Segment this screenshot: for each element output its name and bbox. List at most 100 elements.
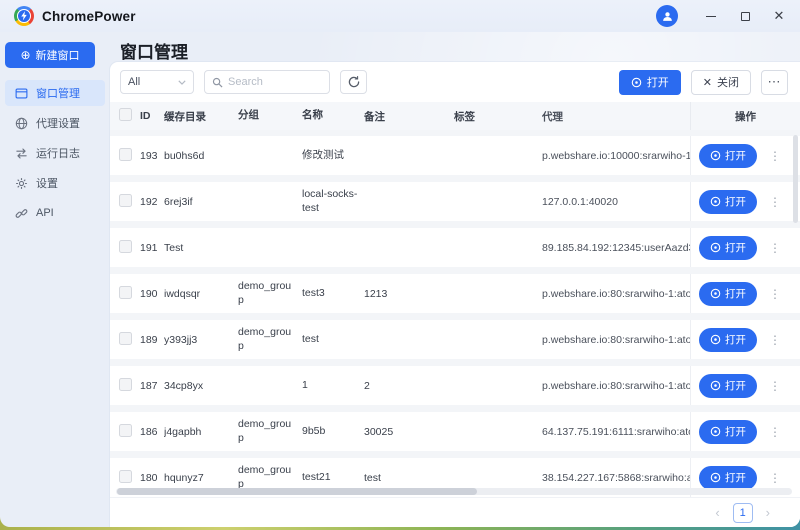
cell-action: 打开 ⋮: [690, 320, 800, 359]
new-window-button[interactable]: ⊕ 新建窗口: [5, 42, 95, 68]
cell-remark: 30025: [364, 426, 454, 438]
sidebar-item-window-management[interactable]: 窗口管理: [5, 80, 105, 106]
table-row[interactable]: 187 34cp8yx 1 2 p.webshare.io:80:srarwih…: [110, 366, 800, 405]
vertical-scrollbar[interactable]: [793, 135, 798, 223]
cell-cache-dir: hqunyz7: [164, 472, 238, 484]
row-checkbox[interactable]: [119, 240, 132, 253]
row-checkbox[interactable]: [119, 286, 132, 299]
search-input[interactable]: [228, 76, 322, 88]
table-row[interactable]: 191 Test 89.185.84.192:12345:userAazd312…: [110, 228, 800, 267]
table-row[interactable]: 190 iwdqsqr demo_group test3 1213 p.webs…: [110, 274, 800, 313]
row-open-button[interactable]: 打开: [699, 466, 757, 490]
cell-remark: 2: [364, 380, 454, 392]
logs-icon: [15, 147, 28, 160]
cell-id: 180: [140, 472, 164, 484]
more-actions-button[interactable]: ⋯: [761, 70, 788, 95]
sidebar-item-proxy-settings[interactable]: 代理设置: [5, 110, 105, 136]
sidebar-item-api[interactable]: API: [5, 200, 105, 226]
cell-id: 191: [140, 242, 164, 254]
sidebar-item-settings[interactable]: 设置: [5, 170, 105, 196]
page-title: 窗口管理: [110, 32, 800, 62]
header-cache-dir: 缓存目录: [164, 109, 238, 124]
cell-remark: test: [364, 472, 454, 484]
maximize-icon: [741, 12, 750, 21]
row-open-button[interactable]: 打开: [699, 282, 757, 306]
close-button[interactable]: ✕: [764, 3, 794, 29]
user-avatar[interactable]: [656, 5, 678, 27]
cell-proxy: p.webshare.io:80:srarwiho-1:atonupx: [542, 334, 690, 346]
cell-name: test21: [302, 471, 364, 484]
row-open-label: 打开: [725, 148, 746, 163]
row-open-button[interactable]: 打开: [699, 374, 757, 398]
open-selected-button[interactable]: 打开: [619, 70, 681, 95]
table-row[interactable]: 193 bu0hs6d 修改测试 p.webshare.io:10000:sra…: [110, 136, 800, 175]
open-circle-icon: [710, 196, 721, 207]
windows-table: ID 缓存目录 分组 名称 备注 标签 代理 操作 193 bu0hs6d 修改…: [110, 102, 800, 497]
open-circle-icon: [631, 77, 642, 88]
row-checkbox[interactable]: [119, 148, 132, 161]
row-open-button[interactable]: 打开: [699, 190, 757, 214]
cell-action: 打开 ⋮: [690, 136, 800, 175]
cell-id: 193: [140, 150, 164, 162]
sidebar-nav: 窗口管理 代理设置 运行日志: [0, 80, 110, 226]
current-page-button[interactable]: 1: [733, 503, 753, 523]
cell-name: 1: [302, 379, 364, 392]
open-circle-icon: [710, 288, 721, 299]
row-open-label: 打开: [725, 332, 746, 347]
cell-cache-dir: bu0hs6d: [164, 150, 238, 162]
select-all-checkbox[interactable]: [119, 108, 132, 121]
globe-icon: [15, 117, 28, 130]
row-checkbox[interactable]: [119, 470, 132, 483]
table-body: 193 bu0hs6d 修改测试 p.webshare.io:10000:sra…: [110, 130, 800, 497]
cell-group: demo_group: [238, 280, 302, 306]
row-checkbox[interactable]: [119, 378, 132, 391]
row-open-button[interactable]: 打开: [699, 144, 757, 168]
link-icon: [15, 207, 28, 220]
plus-circle-icon: ⊕: [20, 49, 30, 61]
row-more-icon[interactable]: ⋮: [769, 425, 781, 439]
header-tag: 标签: [454, 109, 542, 124]
pagination: ‹ 1 ›: [110, 497, 800, 527]
toolbar: All: [110, 62, 800, 102]
open-selected-label: 打开: [647, 74, 669, 90]
open-circle-icon: [710, 472, 721, 483]
row-checkbox[interactable]: [119, 332, 132, 345]
table-row[interactable]: 189 y393jj3 demo_group test p.webshare.i…: [110, 320, 800, 359]
cell-proxy: p.webshare.io:10000:srarwiho-1:aton: [542, 150, 690, 162]
row-checkbox[interactable]: [119, 194, 132, 207]
row-checkbox[interactable]: [119, 424, 132, 437]
content-card: All: [110, 62, 800, 527]
cell-name: 9b5b: [302, 425, 364, 438]
next-page-icon[interactable]: ›: [766, 505, 770, 520]
prev-page-icon[interactable]: ‹: [715, 505, 719, 520]
horizontal-scrollbar-thumb[interactable]: [117, 488, 477, 495]
row-open-label: 打开: [725, 470, 746, 485]
header-name: 名称: [302, 109, 364, 122]
table-row[interactable]: 186 j4gapbh demo_group 9b5b 30025 64.137…: [110, 412, 800, 451]
table-header: ID 缓存目录 分组 名称 备注 标签 代理 操作: [110, 102, 800, 130]
row-open-button[interactable]: 打开: [699, 236, 757, 260]
row-more-icon[interactable]: ⋮: [769, 241, 781, 255]
maximize-button[interactable]: [730, 3, 760, 29]
cell-proxy: p.webshare.io:80:srarwiho-1:atonupx: [542, 380, 690, 392]
row-open-label: 打开: [725, 286, 746, 301]
table-row[interactable]: 192 6rej3if local-socks-test 127.0.0.1:4…: [110, 182, 800, 221]
row-more-icon[interactable]: ⋮: [769, 379, 781, 393]
close-selected-label: 关闭: [717, 74, 739, 90]
row-more-icon[interactable]: ⋮: [769, 333, 781, 347]
cell-cache-dir: iwdqsqr: [164, 288, 238, 300]
close-selected-button[interactable]: ✕ 关闭: [691, 70, 751, 95]
row-more-icon[interactable]: ⋮: [769, 149, 781, 163]
row-more-icon[interactable]: ⋮: [769, 287, 781, 301]
row-more-icon[interactable]: ⋮: [769, 195, 781, 209]
refresh-button[interactable]: [340, 70, 367, 94]
sidebar-item-run-logs[interactable]: 运行日志: [5, 140, 105, 166]
sidebar-item-label: 运行日志: [36, 145, 80, 161]
row-more-icon[interactable]: ⋮: [769, 471, 781, 485]
minimize-button[interactable]: [696, 3, 726, 29]
cell-cache-dir: 34cp8yx: [164, 380, 238, 392]
filter-select[interactable]: All: [120, 70, 194, 94]
cell-proxy: 89.185.84.192:12345:userAazd312:pa: [542, 242, 690, 254]
row-open-button[interactable]: 打开: [699, 420, 757, 444]
row-open-button[interactable]: 打开: [699, 328, 757, 352]
